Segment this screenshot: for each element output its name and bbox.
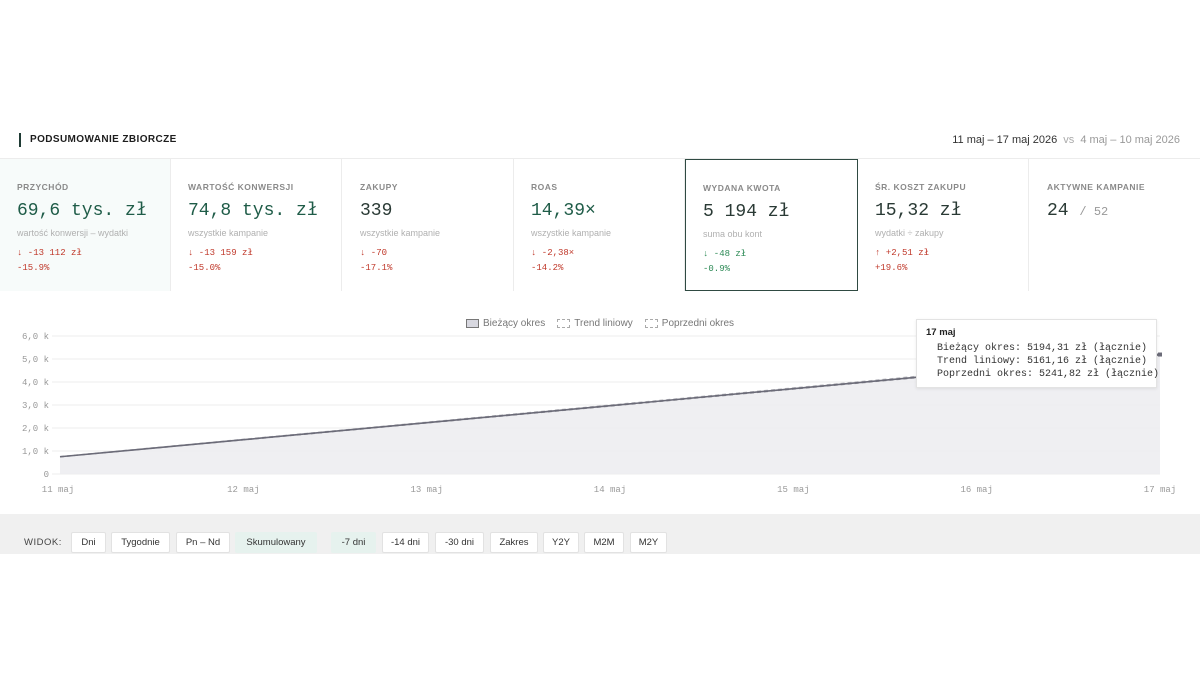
y-tick-label: 1,0 k (22, 447, 49, 457)
kpi-delta-abs: ↓ -13 159 zł (188, 248, 253, 258)
kpi-delta-pct: +19.6% (875, 263, 908, 273)
view-button-days[interactable]: Dni (71, 532, 106, 553)
chart-tooltip: 17 maj Bieżący okres: 5194,31 zł (łączni… (916, 319, 1160, 388)
current-range: 11 maj – 17 maj 2026 (952, 134, 1058, 146)
range-button-y2y[interactable]: Y2Y (543, 532, 579, 553)
kpi-cards: PRZYCHÓD 69,6 tys. zł wartość konwersji … (0, 159, 1200, 291)
x-tick-label: 13 maj (410, 485, 442, 495)
range-button-custom[interactable]: Zakres (490, 532, 538, 553)
kpi-subtitle: wszystkie kampanie (360, 228, 441, 238)
kpi-value: 14,39× (531, 201, 596, 221)
tooltip-title: 17 maj (926, 327, 956, 338)
kpi-delta-abs: ↑ +2,51 zł (875, 248, 930, 258)
kpi-value: 69,6 tys. zł (17, 201, 147, 221)
kpi-card-avg-cost[interactable]: ŚR. KOSZT ZAKUPU 15,32 zł wydatki ÷ zaku… (858, 159, 1029, 291)
x-tick-label: 17 maj (1144, 485, 1176, 495)
kpi-subtitle: wszystkie kampanie (188, 228, 269, 238)
kpi-value: 74,8 tys. zł (188, 201, 318, 221)
range-button-30d[interactable]: -30 dni (435, 532, 484, 553)
kpi-value-count: 24 (1047, 201, 1069, 221)
y-tick-label: 3,0 k (22, 401, 49, 411)
tooltip-row-current: Bieżący okres: 5194,31 zł (łącznie) (937, 343, 1148, 354)
kpi-delta-abs: ↓ -48 zł (703, 249, 747, 259)
kpi-delta-abs: ↓ -13 112 zł (17, 248, 82, 258)
y-tick-label: 2,0 k (22, 424, 49, 434)
view-button-weeks[interactable]: Tygodnie (111, 532, 170, 553)
range-button-m2m[interactable]: M2M (584, 532, 624, 553)
x-tick-label: 12 maj (227, 485, 259, 495)
kpi-label: ZAKUPY (360, 182, 398, 192)
section-title: PODSUMOWANIE ZBIORCZE (30, 134, 177, 145)
range-button-m2y[interactable]: M2Y (630, 532, 667, 553)
range-button-14d[interactable]: -14 dni (382, 532, 429, 553)
vs-label: vs (1063, 134, 1075, 146)
kpi-delta-pct: -17.1% (360, 263, 393, 273)
kpi-value: 5 194 zł (703, 202, 790, 222)
kpi-value: 339 (360, 201, 393, 221)
kpi-delta-pct: -14.2% (531, 263, 564, 273)
kpi-label: PRZYCHÓD (17, 182, 69, 192)
y-tick-label: 5,0 k (22, 355, 49, 365)
kpi-label: ŚR. KOSZT ZAKUPU (875, 182, 967, 192)
view-button-mon-sun[interactable]: Pn – Nd (176, 532, 230, 553)
kpi-subtitle: wszystkie kampanie (531, 228, 612, 238)
kpi-label: WYDANA KWOTA (703, 183, 781, 193)
view-label: WIDOK: (24, 537, 62, 548)
tooltip-row-previous: Poprzedni okres: 5241,82 zł (łącznie) (937, 369, 1160, 380)
title-accent-bar (19, 133, 21, 147)
kpi-label: AKTYWNE KAMPANIE (1047, 182, 1146, 192)
kpi-value-total: / 52 (1079, 205, 1109, 219)
kpi-label: ROAS (531, 182, 558, 192)
summary-header: PODSUMOWANIE ZBIORCZE 11 maj – 17 maj 20… (0, 124, 1200, 159)
kpi-value: 15,32 zł (875, 201, 962, 221)
view-toolbar: WIDOK: Dni Tygodnie Pn – Nd Skumulowany … (0, 514, 1200, 554)
kpi-subtitle: suma obu kont (703, 229, 763, 239)
kpi-delta-pct: -0.9% (703, 264, 731, 274)
kpi-value: 24 / 52 (1047, 201, 1108, 221)
view-button-cumulative[interactable]: Skumulowany (235, 532, 317, 553)
x-tick-label: 16 maj (960, 485, 992, 495)
kpi-card-conversion-value[interactable]: WARTOŚĆ KONWERSJI 74,8 tys. zł wszystkie… (171, 159, 342, 291)
last-point-marker (1158, 352, 1162, 357)
kpi-delta-abs: ↓ -70 (360, 248, 388, 258)
kpi-delta-pct: -15.0% (188, 263, 221, 273)
kpi-card-active-campaigns[interactable]: AKTYWNE KAMPANIE 24 / 52 (1030, 159, 1200, 291)
y-tick-label: 4,0 k (22, 378, 49, 388)
kpi-card-roas[interactable]: ROAS 14,39× wszystkie kampanie ↓ -2,38× … (514, 159, 685, 291)
kpi-delta-abs: ↓ -2,38× (531, 248, 575, 258)
x-tick-label: 15 maj (777, 485, 809, 495)
y-tick-label: 0 (44, 470, 49, 480)
kpi-delta-pct: -15.9% (17, 263, 50, 273)
y-tick-label: 6,0 k (22, 332, 49, 342)
date-range[interactable]: 11 maj – 17 maj 2026 vs 4 maj – 10 maj 2… (952, 134, 1180, 146)
kpi-subtitle: wartość konwersji – wydatki (17, 228, 129, 238)
x-tick-label: 11 maj (42, 485, 74, 495)
tooltip-row-trend: Trend liniowy: 5161,16 zł (łącznie) (937, 356, 1148, 367)
x-tick-label: 14 maj (594, 485, 626, 495)
range-button-7d[interactable]: -7 dni (331, 532, 376, 553)
kpi-card-purchases[interactable]: ZAKUPY 339 wszystkie kampanie ↓ -70 -17.… (343, 159, 514, 291)
kpi-card-revenue[interactable]: PRZYCHÓD 69,6 tys. zł wartość konwersji … (0, 159, 171, 291)
previous-range: 4 maj – 10 maj 2026 (1080, 134, 1180, 146)
kpi-card-spend[interactable]: WYDANA KWOTA 5 194 zł suma obu kont ↓ -4… (685, 159, 858, 291)
kpi-subtitle: wydatki ÷ zakupy (875, 228, 944, 238)
kpi-label: WARTOŚĆ KONWERSJI (188, 182, 294, 192)
